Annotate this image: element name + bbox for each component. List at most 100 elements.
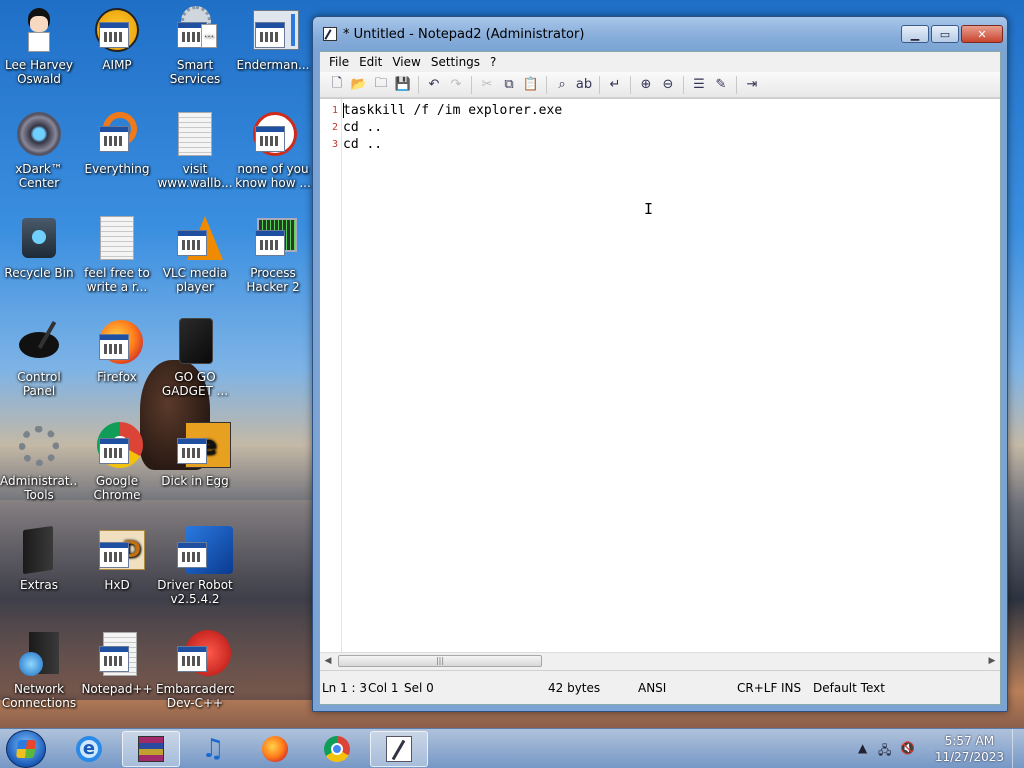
hxd-icon: D [93, 526, 145, 574]
system-tray: ▲ 🖧 🔇 5:57 AM 11/27/2023 [854, 729, 1024, 768]
exit-button[interactable]: ⇥ [741, 74, 763, 96]
taskbar-winrar[interactable] [122, 731, 180, 767]
taskbar-internet-explorer[interactable]: e [60, 731, 118, 767]
new-file-button[interactable]: 🗋 [326, 74, 348, 96]
close-button[interactable]: ✕ [961, 25, 1003, 43]
desktop-icon-enderman[interactable]: Enderman... [234, 6, 312, 106]
status-line-position[interactable]: Ln 1 : 3 [322, 681, 367, 695]
taskbar: e ♫ ▲ 🖧 🔇 5:57 AM 11/27/2023 [0, 728, 1024, 768]
desktop-icon-visit-wallb[interactable]: visit www.wallb... [156, 110, 234, 210]
maximize-icon: ▭ [939, 27, 951, 41]
menu-file[interactable]: File [324, 55, 354, 69]
desktop-icon-dick-in-egg[interactable]: e Dick in Egg [156, 422, 234, 522]
menu-help[interactable]: ? [485, 55, 501, 69]
desktop-icon-go-go-gadget[interactable]: GO GO GADGET ... [156, 318, 234, 418]
toolbar-separator [736, 75, 737, 94]
scheme-button[interactable]: ☰ [688, 74, 710, 96]
desktop-icon-recycle-bin[interactable]: Recycle Bin [0, 214, 78, 314]
status-scheme[interactable]: Default Text [813, 681, 885, 695]
paste-icon: 📋 [522, 77, 540, 92]
desktop-icon-aimp[interactable]: AIMP [78, 6, 156, 106]
horizontal-scrollbar[interactable]: ◀ ||| ▶ [320, 652, 1000, 668]
paste-button[interactable]: 📋 [520, 74, 542, 96]
volume-tray-button[interactable]: 🔇 [900, 741, 915, 755]
desktop-icon-google-chrome[interactable]: Google Chrome [78, 422, 156, 522]
redo-button[interactable]: ↷ [445, 74, 467, 96]
menu-settings[interactable]: Settings [426, 55, 485, 69]
status-line-ending[interactable]: CR+LF [737, 681, 777, 695]
toolbar-separator [683, 75, 684, 94]
menu-edit[interactable]: Edit [354, 55, 387, 69]
desktop-icon-label: Process Hacker 2 [246, 266, 300, 294]
cut-button[interactable]: ✂ [476, 74, 498, 96]
clock[interactable]: 5:57 AM 11/27/2023 [935, 733, 1004, 765]
taskbar-firefox[interactable] [246, 731, 304, 767]
line-number: 1 [331, 105, 338, 116]
chrome-icon [324, 736, 350, 762]
minimize-button[interactable]: ▁ [901, 25, 929, 43]
status-selection: Sel 0 [404, 681, 434, 695]
desktop-icon-devcpp[interactable]: Embarcadero Dev-C++ [156, 630, 234, 730]
menu-view[interactable]: View [387, 55, 425, 69]
desktop-icon-xdark-center[interactable]: xDark™ Center [0, 110, 78, 210]
code-area[interactable]: taskkill /f /im explorer.exe cd .. cd .. [343, 102, 562, 153]
taskbar-music[interactable]: ♫ [184, 731, 242, 767]
browse-button[interactable]: 🗀 [370, 74, 392, 96]
start-button[interactable] [6, 730, 46, 768]
status-insert-mode[interactable]: INS [781, 681, 801, 695]
show-hidden-icons-button[interactable]: ▲ [858, 741, 867, 755]
desktop-icon-admin-tools[interactable]: Administrat... Tools [0, 422, 78, 522]
recycle-bin-icon [15, 214, 63, 262]
desktop-icon-vlc[interactable]: VLC media player [156, 214, 234, 314]
undo-button[interactable]: ↶ [423, 74, 445, 96]
desktop-icon-extras[interactable]: Extras [0, 525, 78, 626]
find-button[interactable]: ⌕ [551, 74, 573, 96]
status-encoding[interactable]: ANSI [638, 681, 666, 695]
clock-date: 11/27/2023 [934, 750, 1004, 764]
desktop-icon-feel-free[interactable]: feel free to write a r... [78, 214, 156, 314]
customize-scheme-button[interactable]: ✎ [710, 74, 732, 96]
browse-icon: 🗀 [374, 75, 388, 91]
desktop-icon-firefox[interactable]: Firefox [78, 318, 156, 418]
desktop-icon-driver-robot[interactable]: Driver Robot v2.5.4.2 [156, 526, 234, 626]
scroll-right-button[interactable]: ▶ [984, 653, 1000, 669]
code-line: cd .. [343, 137, 383, 152]
control-panel-icon [15, 318, 63, 366]
taskbar-notepad2[interactable] [370, 731, 428, 767]
desktop-icon-everything[interactable]: Everything [78, 110, 156, 210]
save-button[interactable]: 💾 [392, 74, 414, 96]
toolbar-separator [418, 75, 419, 94]
line-number: 3 [331, 139, 338, 150]
network-tray-button[interactable]: 🖧 [878, 741, 891, 762]
desktop-icon-notepadpp[interactable]: Notepad++ [78, 630, 156, 730]
volume-muted-icon: 🔇 [900, 741, 915, 755]
desktop-icon-hxd[interactable]: D HxD [78, 526, 156, 626]
desktop-icon-smart-services[interactable]: … Smart Services [156, 6, 234, 106]
desktop-icon-label: visit www.wallb... [157, 162, 233, 190]
word-wrap-button[interactable]: ↵ [604, 74, 626, 96]
network-tray-icon: 🖧 [878, 743, 892, 757]
notepad2-icon [323, 27, 337, 41]
desktop-icon-none-of-you[interactable]: none of you know how ... [234, 110, 312, 210]
copy-button[interactable]: ⧉ [498, 74, 520, 96]
desktop-icon-control-panel[interactable]: Control Panel [0, 318, 78, 418]
scrollbar-track[interactable]: ||| [336, 654, 984, 668]
windows-logo-icon [16, 740, 36, 758]
desktop-icon-lee-harvey-oswald[interactable]: Lee Harvey Oswald [0, 6, 78, 106]
text-editor[interactable]: 1 2 3 taskkill /f /im explorer.exe cd ..… [320, 98, 1000, 668]
replace-button[interactable]: ab [573, 74, 595, 96]
scroll-left-button[interactable]: ◀ [320, 653, 336, 669]
zoom-in-button[interactable]: ⊕ [635, 74, 657, 96]
scrollbar-thumb[interactable]: ||| [338, 654, 542, 667]
window-title: * Untitled - Notepad2 (Administrator) [343, 26, 585, 42]
taskbar-chrome[interactable] [308, 731, 366, 767]
open-file-button[interactable]: 📂 [348, 74, 370, 96]
show-desktop-button[interactable] [1012, 729, 1024, 768]
desktop-icon-network-connections[interactable]: Network Connections [0, 630, 78, 730]
firefox-icon [262, 736, 288, 762]
desktop-icon-process-hacker[interactable]: Process Hacker 2 [234, 214, 312, 314]
maximize-button[interactable]: ▭ [931, 25, 959, 43]
devcpp-icon [171, 630, 231, 678]
zoom-out-button[interactable]: ⊖ [657, 74, 679, 96]
title-bar[interactable]: * Untitled - Notepad2 (Administrator) ▁ … [313, 17, 1007, 51]
